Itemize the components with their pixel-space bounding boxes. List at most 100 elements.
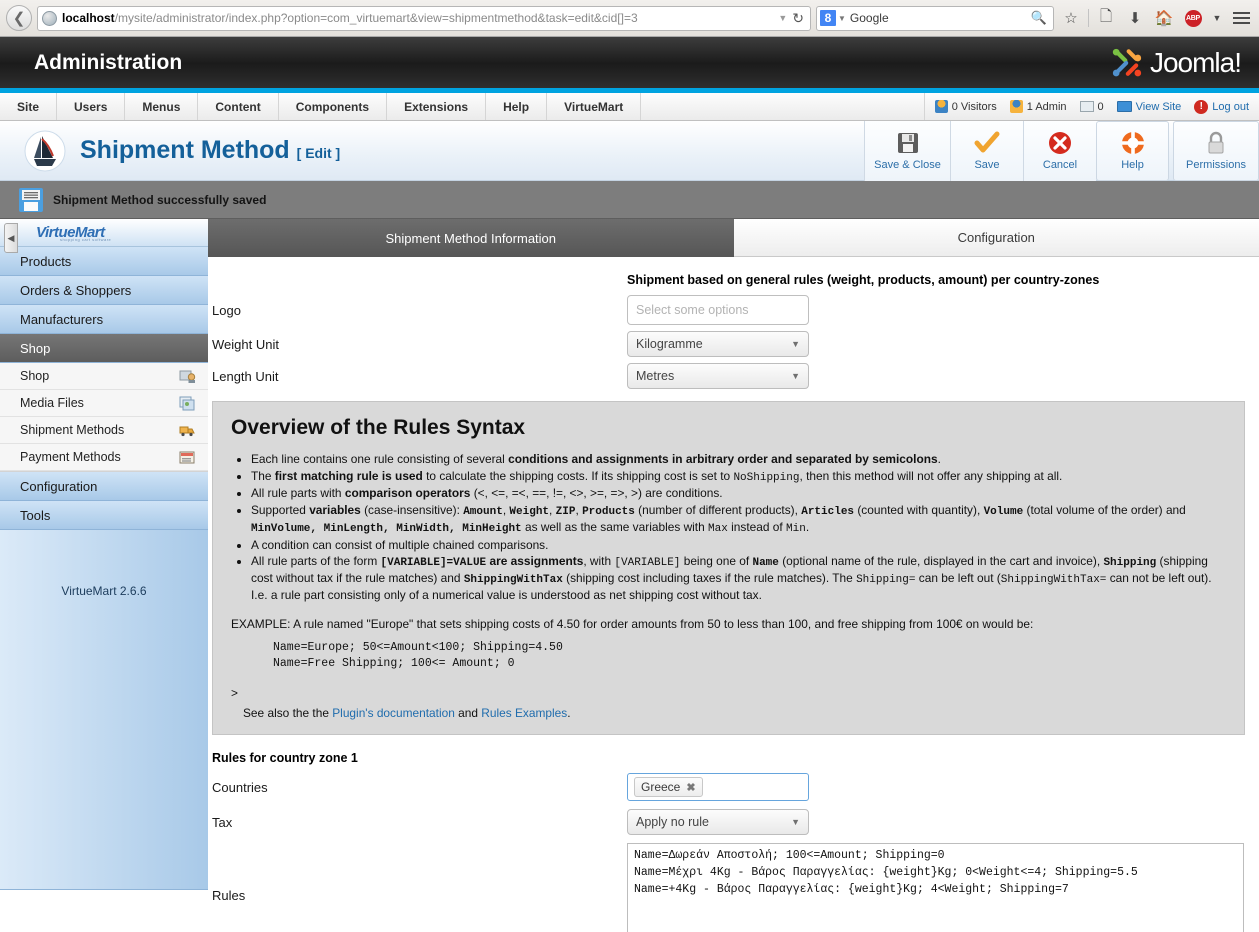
menu-status-area: 0 Visitors 1 Admin 0 View Site ! Log out	[925, 93, 1259, 120]
library-icon[interactable]: 🗋	[1094, 5, 1118, 31]
overview-bullet: A condition can consist of multiple chai…	[251, 538, 1226, 554]
weight-unit-select[interactable]: Kilogramme ▼	[627, 331, 809, 357]
sidebar-subitem-media-files[interactable]: Media Files	[0, 390, 208, 417]
tab-configuration[interactable]: Configuration	[733, 219, 1259, 257]
save-and-close-label: Save & Close	[874, 159, 941, 171]
joomla-mark-icon	[1112, 48, 1142, 76]
log-out-link[interactable]: ! Log out	[1194, 99, 1249, 114]
chevron-down-icon[interactable]: ▼	[1210, 5, 1224, 31]
back-arrow-icon[interactable]: ❮	[6, 5, 32, 31]
close-icon[interactable]: ✖	[686, 781, 695, 794]
red-x-circle-icon	[1048, 130, 1072, 156]
sidebar-item-configuration[interactable]: Configuration	[0, 472, 208, 501]
sidebar-subitem-payment-label: Payment Methods	[20, 450, 121, 464]
mail-icon	[1079, 101, 1094, 112]
adblock-plus-icon[interactable]: ABP	[1181, 5, 1205, 31]
sidebar-item-products[interactable]: Products	[0, 247, 208, 276]
status-message-bar: Shipment Method successfully saved	[0, 181, 1259, 219]
overview-example-intro: EXAMPLE: A rule named "Europe" that sets…	[231, 617, 1034, 632]
google-logo-icon: 8	[820, 10, 836, 26]
log-out-label: Log out	[1212, 100, 1249, 113]
overview-bullet-list: Each line contains one rule consisting o…	[251, 452, 1226, 603]
url-path: /mysite/administrator/index.php?option=c…	[114, 11, 638, 25]
menu-item-extensions[interactable]: Extensions	[387, 93, 487, 120]
sidebar-item-shop[interactable]: Shop	[0, 334, 208, 363]
menu-item-site[interactable]: Site	[0, 93, 58, 120]
messages-count[interactable]: 0	[1079, 101, 1104, 113]
plugin-documentation-link[interactable]: Plugin's documentation	[332, 706, 455, 720]
sidebar-submenu: Shop Media Files Shipment Methods Paymen…	[0, 363, 208, 472]
sidebar-subitem-media-label: Media Files	[20, 396, 84, 410]
page-title-text: Shipment Method	[80, 136, 290, 164]
truck-icon	[179, 426, 195, 436]
see-also-suffix: .	[567, 706, 571, 721]
country-token-greece[interactable]: Greece ✖	[634, 777, 703, 798]
admin-icon	[1009, 100, 1023, 113]
help-label: Help	[1121, 159, 1144, 171]
sidebar-item-orders-shoppers[interactable]: Orders & Shoppers	[0, 276, 208, 305]
sidebar-item-tools[interactable]: Tools	[0, 501, 208, 530]
status-message-text: Shipment Method successfully saved	[53, 192, 267, 207]
chevron-down-icon: ▼	[791, 817, 800, 828]
logo-multiselect[interactable]: Select some options	[627, 295, 809, 325]
chevron-down-icon[interactable]: ▼	[836, 14, 850, 23]
view-site-label: View Site	[1135, 100, 1182, 113]
star-icon[interactable]: ☆	[1059, 5, 1083, 31]
menu-hamburger-icon[interactable]	[1229, 5, 1253, 31]
countries-token-input[interactable]: Greece ✖	[627, 773, 809, 802]
menu-spacer	[641, 93, 925, 120]
page-title: Shipment Method [ Edit ]	[80, 136, 340, 165]
menu-item-help[interactable]: Help	[486, 93, 548, 120]
save-and-close-button[interactable]: Save & Close	[864, 120, 950, 181]
sidebar-subitem-payment-methods[interactable]: Payment Methods	[0, 444, 208, 471]
menu-item-users[interactable]: Users	[57, 93, 126, 120]
length-unit-select[interactable]: Metres ▼	[627, 363, 809, 389]
sidebar-subitem-shop[interactable]: Shop	[0, 363, 208, 390]
help-button[interactable]: Help	[1096, 120, 1169, 181]
page-title-bar: Shipment Method [ Edit ] Save & Close Sa…	[0, 120, 1259, 181]
menu-item-components[interactable]: Components	[279, 93, 388, 120]
chevron-down-icon[interactable]: ▼	[773, 13, 792, 23]
reload-icon[interactable]: ↻	[792, 10, 806, 27]
field-row-logo: Logo Select some options	[208, 295, 1259, 325]
menu-item-virtuemart[interactable]: VirtueMart	[547, 93, 642, 120]
view-site-link[interactable]: View Site	[1116, 100, 1182, 113]
save-button[interactable]: Save	[950, 120, 1023, 181]
tax-select[interactable]: Apply no rule ▼	[627, 809, 809, 836]
overview-bullet: The first matching rule is used to calcu…	[251, 469, 1226, 486]
search-bar[interactable]: 8 ▼ Google 🔍	[816, 5, 1054, 31]
sidebar-collapse-toggle[interactable]: ◀	[4, 223, 18, 253]
virtuemart-tagline: shopping cart software	[60, 237, 112, 242]
cancel-button[interactable]: Cancel	[1023, 120, 1096, 181]
overview-title: Overview of the Rules Syntax	[231, 416, 526, 439]
sidebar-subitem-shipment-methods[interactable]: Shipment Methods	[0, 417, 208, 444]
tab-shipment-method-information[interactable]: Shipment Method Information	[208, 219, 734, 257]
page-title-mode: [ Edit ]	[296, 145, 341, 161]
rules-textarea[interactable]: Name=Δωρεάν Αποστολή; 100<=Amount; Shipp…	[627, 843, 1244, 932]
see-also-prefix: See also the the	[243, 706, 333, 721]
field-row-rules: Rules Name=Δωρεάν Αποστολή; 100<=Amount;…	[208, 843, 1259, 932]
site-globe-icon	[42, 10, 57, 26]
url-bar[interactable]: localhost/mysite/administrator/index.php…	[37, 5, 811, 31]
search-icon[interactable]: 🔍	[1031, 10, 1050, 26]
sidebar-item-manufacturers[interactable]: Manufacturers	[0, 305, 208, 334]
save-label: Save	[974, 159, 1000, 171]
cancel-label: Cancel	[1042, 159, 1078, 171]
shop-icon	[179, 370, 196, 383]
chevron-down-icon: ▼	[791, 339, 800, 349]
menu-item-content[interactable]: Content	[198, 93, 279, 120]
download-arrow-icon[interactable]: ⬇	[1123, 5, 1147, 31]
chevron-down-icon: ▼	[791, 371, 800, 381]
joomla-logo: Joomla!	[1110, 47, 1242, 79]
permissions-button[interactable]: Permissions	[1173, 120, 1259, 181]
admin-menu-bar: Site Users Menus Content Components Exte…	[0, 93, 1259, 121]
floppy-save-icon	[19, 187, 43, 212]
menu-item-menus[interactable]: Menus	[125, 93, 199, 120]
visitors-count: 0 Visitors	[934, 100, 997, 113]
rules-examples-link[interactable]: Rules Examples	[481, 706, 567, 720]
url-host: localhost	[62, 11, 115, 25]
home-icon[interactable]: 🏠	[1152, 5, 1176, 31]
tab-bar: Shipment Method Information Configuratio…	[208, 219, 1259, 257]
administration-title: Administration	[34, 50, 183, 74]
browser-toolbar: ❮ localhost/mysite/administrator/index.p…	[0, 0, 1259, 37]
